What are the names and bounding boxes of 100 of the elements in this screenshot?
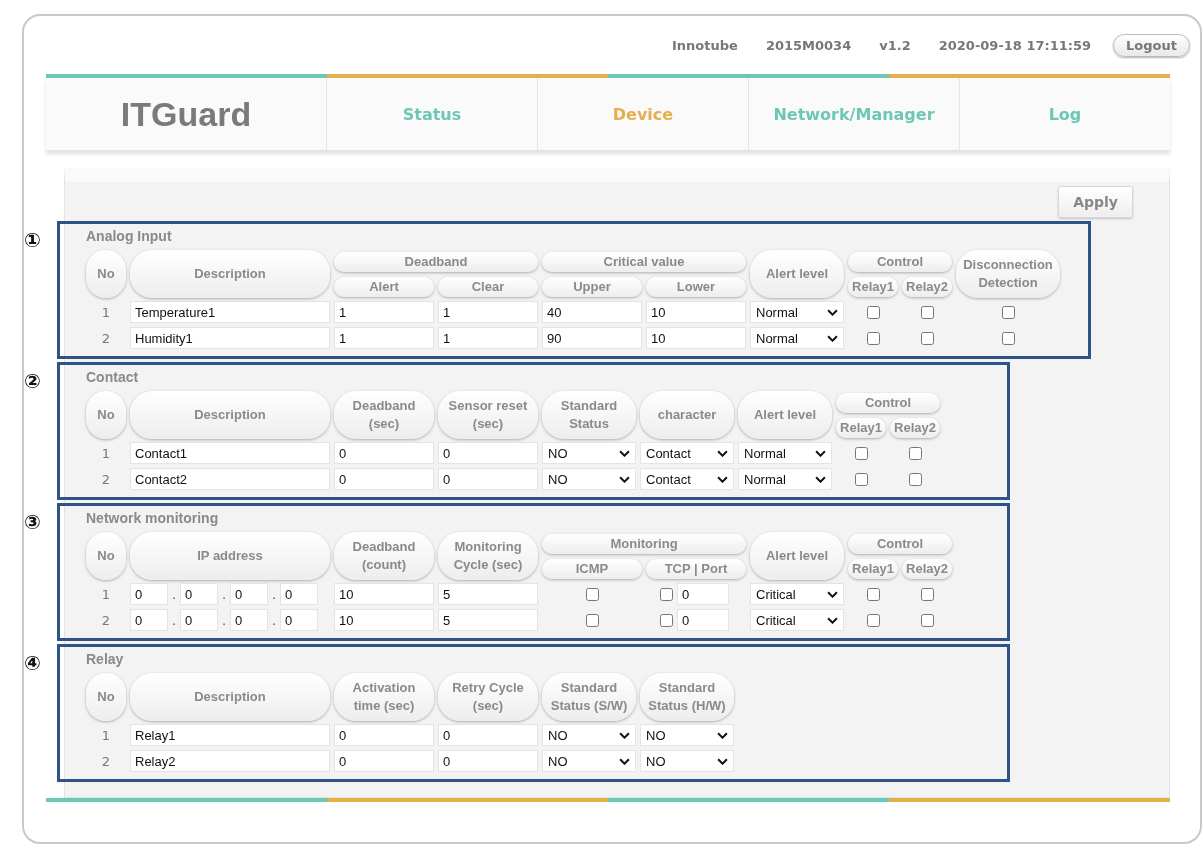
input-field[interactable]: 1: [438, 327, 538, 349]
input-field[interactable]: 10: [334, 609, 434, 631]
column-header: Deadband (count): [334, 532, 434, 580]
chevron-icon: [619, 731, 630, 739]
input-field[interactable]: 1: [334, 327, 434, 349]
ip-separator: .: [270, 612, 278, 628]
input-field[interactable]: 0: [334, 442, 434, 464]
ip-octet-field[interactable]: 0: [180, 609, 218, 631]
checkbox[interactable]: [866, 331, 880, 345]
column-header: Standard Status (H/W): [640, 673, 734, 721]
input-field[interactable]: 10: [646, 327, 746, 349]
select-field[interactable]: Critical: [750, 609, 844, 631]
select-field[interactable]: NO: [542, 468, 636, 490]
checkbox[interactable]: [854, 446, 868, 460]
input-field[interactable]: Humidity1: [130, 327, 330, 349]
input-field[interactable]: 0: [438, 750, 538, 772]
ip-octet-field[interactable]: 0: [280, 583, 318, 605]
input-field[interactable]: 0: [334, 724, 434, 746]
section-marker: ①: [24, 228, 41, 252]
input-field[interactable]: Contact1: [130, 442, 330, 464]
ip-octet-field[interactable]: 0: [230, 609, 268, 631]
input-field[interactable]: 0: [438, 442, 538, 464]
column-header: Description: [130, 391, 330, 439]
column-header: No: [86, 532, 126, 580]
ip-octet-field[interactable]: 0: [180, 583, 218, 605]
chevron-icon: [717, 449, 728, 457]
chevron-icon: [815, 449, 826, 457]
ip-octet-field[interactable]: 0: [280, 609, 318, 631]
input-field[interactable]: 0: [438, 468, 538, 490]
checkbox[interactable]: [920, 587, 934, 601]
select-field[interactable]: Contact: [640, 442, 734, 464]
select-field[interactable]: Normal: [738, 468, 832, 490]
checkbox[interactable]: [1001, 331, 1015, 345]
input-field[interactable]: 5: [438, 609, 538, 631]
input-field[interactable]: 10: [334, 583, 434, 605]
input-field[interactable]: 40: [542, 301, 642, 323]
checkbox[interactable]: [920, 613, 934, 627]
input-field[interactable]: 0: [334, 468, 434, 490]
select-field[interactable]: Normal: [750, 327, 844, 349]
column-header: Standard Status (S/W): [542, 673, 636, 721]
select-field[interactable]: Contact: [640, 468, 734, 490]
ip-octet-field[interactable]: 0: [130, 583, 168, 605]
input-field[interactable]: 10: [646, 301, 746, 323]
checkbox[interactable]: [908, 472, 922, 486]
select-field[interactable]: Critical: [750, 583, 844, 605]
checkbox[interactable]: [1001, 305, 1015, 319]
checkbox[interactable]: [866, 305, 880, 319]
checkbox[interactable]: [908, 446, 922, 460]
input-field[interactable]: 0: [438, 724, 538, 746]
row-number: 2: [100, 612, 112, 628]
column-header: Upper: [542, 276, 642, 297]
input-field[interactable]: Relay1: [130, 724, 330, 746]
select-field[interactable]: Normal: [738, 442, 832, 464]
input-field[interactable]: Contact2: [130, 468, 330, 490]
chevron-icon: [717, 475, 728, 483]
chevron-icon: [827, 616, 838, 624]
chevron-icon: [717, 731, 728, 739]
checkbox[interactable]: [660, 587, 673, 601]
ip-octet-field[interactable]: 0: [130, 609, 168, 631]
column-header: character: [640, 391, 734, 439]
select-field[interactable]: NO: [542, 442, 636, 464]
input-field[interactable]: 1: [334, 301, 434, 323]
checkbox[interactable]: [866, 613, 880, 627]
ip-separator: .: [220, 612, 228, 628]
header-info: v1.2: [879, 37, 911, 53]
input-field[interactable]: 5: [438, 583, 538, 605]
column-header: Monitoring: [542, 533, 746, 554]
checkbox[interactable]: [920, 305, 934, 319]
select-field[interactable]: NO: [640, 724, 734, 746]
checkbox[interactable]: [866, 587, 880, 601]
column-header: No: [86, 673, 126, 721]
input-field[interactable]: Relay2: [130, 750, 330, 772]
port-field[interactable]: 0: [677, 609, 729, 631]
column-header: Alert: [334, 276, 434, 297]
select-field[interactable]: NO: [542, 750, 636, 772]
input-field[interactable]: 90: [542, 327, 642, 349]
input-field[interactable]: Temperature1: [130, 301, 330, 323]
select-field[interactable]: NO: [640, 750, 734, 772]
column-header: Relay2: [902, 276, 952, 297]
checkbox[interactable]: [585, 587, 599, 601]
input-field[interactable]: 1: [438, 301, 538, 323]
column-header: Relay1: [848, 276, 898, 297]
ip-octet-field[interactable]: 0: [230, 583, 268, 605]
checkbox[interactable]: [585, 613, 599, 627]
select-field[interactable]: Normal: [750, 301, 844, 323]
column-header: Clear: [438, 276, 538, 297]
select-field[interactable]: NO: [542, 724, 636, 746]
logout-button[interactable]: Logout: [1113, 33, 1190, 57]
column-header: Control: [848, 533, 952, 554]
ip-separator: .: [270, 586, 278, 602]
input-field[interactable]: 0: [334, 750, 434, 772]
port-field[interactable]: 0: [677, 583, 729, 605]
checkbox[interactable]: [854, 472, 868, 486]
header-info: Innotube: [672, 37, 738, 53]
chevron-icon: [815, 475, 826, 483]
checkbox[interactable]: [920, 331, 934, 345]
column-header: Critical value: [542, 251, 746, 272]
column-header: No: [86, 250, 126, 298]
checkbox[interactable]: [660, 613, 673, 627]
column-header: Activation time (sec): [334, 673, 434, 721]
